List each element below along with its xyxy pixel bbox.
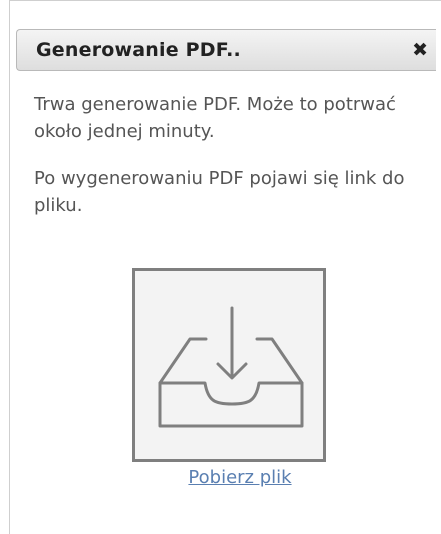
dialog-titlebar: Generowanie PDF.. ✖ xyxy=(16,29,436,71)
close-icon[interactable]: ✖ xyxy=(412,39,428,61)
download-link[interactable]: Pobierz plik xyxy=(10,467,441,488)
inbox-download-icon xyxy=(158,306,304,428)
generating-message: Trwa generowanie PDF. Może to potrwać ok… xyxy=(34,94,396,142)
pdf-dialog: Generowanie PDF.. ✖ Trwa generowanie PDF… xyxy=(9,0,441,534)
dialog-title: Generowanie PDF.. xyxy=(36,39,241,61)
download-button[interactable] xyxy=(132,268,326,462)
link-info-message: Po wygenerowaniu PDF pojawi się link do … xyxy=(34,168,405,216)
